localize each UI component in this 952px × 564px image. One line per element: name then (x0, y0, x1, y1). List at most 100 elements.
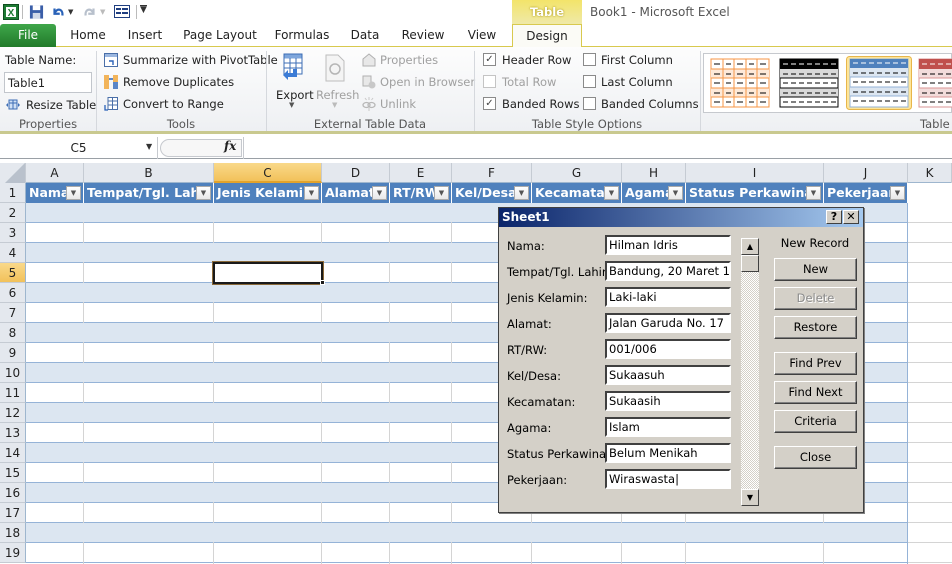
tab-insert[interactable]: Insert (124, 24, 166, 47)
close-button[interactable]: Close (774, 446, 857, 469)
column-header-k[interactable]: K (908, 163, 952, 183)
tab-review[interactable]: Review (400, 24, 446, 47)
restore-button[interactable]: Restore (774, 316, 857, 339)
convert-to-range-button[interactable]: Convert to Range (104, 97, 264, 113)
selected-cell-c5[interactable] (213, 262, 323, 284)
name-box-dropdown-icon[interactable]: ▼ (146, 142, 152, 151)
last-column-checkbox[interactable]: Last Column (583, 75, 683, 91)
tab-formulas[interactable]: Formulas (274, 24, 330, 47)
filter-dropdown-icon[interactable]: ▼ (806, 186, 821, 200)
row-header-2[interactable]: 2 (0, 203, 26, 223)
close-icon[interactable]: ✕ (843, 210, 859, 224)
table-style-orange-light[interactable] (710, 58, 770, 108)
tab-home[interactable]: Home (66, 24, 110, 47)
row-header-16[interactable]: 16 (0, 483, 26, 503)
row-header-5[interactable]: 5 (0, 263, 26, 283)
banded-rows-checkbox[interactable]: ✓ Banded Rows (483, 97, 579, 113)
tab-data[interactable]: Data (348, 24, 382, 47)
filter-dropdown-icon[interactable]: ▼ (514, 186, 529, 200)
record-scrollbar[interactable]: ▲ ▼ (741, 238, 759, 506)
scroll-up-icon[interactable]: ▲ (741, 238, 759, 255)
find-next-button[interactable]: Find Next (774, 381, 857, 404)
header-row-checkbox[interactable]: ✓ Header Row (483, 53, 573, 69)
column-header-a[interactable]: A (26, 163, 84, 183)
help-button[interactable]: ? (826, 210, 842, 224)
customize-qat-icon[interactable]: ▼ (140, 5, 147, 15)
save-icon[interactable] (29, 4, 44, 20)
insert-function-icon[interactable]: fx (224, 139, 236, 153)
form-icon[interactable] (114, 4, 130, 20)
row-header-13[interactable]: 13 (0, 423, 26, 443)
table-style-black-medium[interactable] (779, 58, 839, 108)
column-header-f[interactable]: F (452, 163, 532, 183)
field-input-alamat[interactable]: Jalan Garuda No. 17 (605, 313, 731, 333)
filter-dropdown-icon[interactable]: ▼ (668, 186, 683, 200)
criteria-button[interactable]: Criteria (774, 410, 857, 433)
undo-icon[interactable] (51, 4, 65, 20)
scroll-down-icon[interactable]: ▼ (741, 489, 759, 506)
banded-columns-checkbox[interactable]: Banded Columns (583, 97, 699, 113)
first-column-checkbox[interactable]: First Column (583, 53, 683, 69)
name-box[interactable]: C5 (0, 137, 158, 159)
row-header-1[interactable]: 1 (0, 183, 26, 203)
table-name-input[interactable]: Table1 (4, 72, 92, 93)
filter-dropdown-icon[interactable]: ▼ (434, 186, 449, 200)
filter-dropdown-icon[interactable]: ▼ (372, 186, 387, 200)
field-input-status-perkawinan[interactable]: Belum Menikah (605, 443, 731, 463)
field-input-nama[interactable]: Hilman Idris (605, 235, 731, 255)
table-style-blue-medium-selected[interactable] (846, 56, 912, 110)
row-header-4[interactable]: 4 (0, 243, 26, 263)
filter-dropdown-icon[interactable]: ▼ (604, 186, 619, 200)
column-header-d[interactable]: D (322, 163, 390, 183)
tab-page-layout[interactable]: Page Layout (182, 24, 258, 47)
row-header-14[interactable]: 14 (0, 443, 26, 463)
filter-dropdown-icon[interactable]: ▼ (196, 186, 211, 200)
row-header-7[interactable]: 7 (0, 303, 26, 323)
row-header-10[interactable]: 10 (0, 363, 26, 383)
row-header-6[interactable]: 6 (0, 283, 26, 303)
row-header-12[interactable]: 12 (0, 403, 26, 423)
field-input-agama[interactable]: Islam (605, 417, 731, 437)
tab-view[interactable]: View (464, 24, 500, 47)
undo-dropdown-icon[interactable]: ▼ (68, 8, 73, 16)
field-input-tempat-tgl-lahir[interactable]: Bandung, 20 Maret 1992 (605, 261, 731, 281)
export-button[interactable]: Export ▼ (274, 53, 314, 113)
row-header-17[interactable]: 17 (0, 503, 26, 523)
resize-table-button[interactable]: Resize Table (6, 97, 96, 113)
tab-design[interactable]: Design (512, 24, 582, 48)
row-header-15[interactable]: 15 (0, 463, 26, 483)
field-input-pekerjaan[interactable]: Wiraswasta| (605, 469, 731, 489)
column-header-e[interactable]: E (390, 163, 452, 183)
remove-duplicates-button[interactable]: Remove Duplicates (104, 75, 264, 91)
column-header-j[interactable]: J (824, 163, 908, 183)
row-header-8[interactable]: 8 (0, 323, 26, 343)
field-input-kel-desa[interactable]: Sukaasuh (605, 365, 731, 385)
row-header-19[interactable]: 19 (0, 543, 26, 563)
field-input-rt-rw[interactable]: 001/006 (605, 339, 731, 359)
column-header-i[interactable]: I (686, 163, 824, 183)
scroll-thumb[interactable] (741, 255, 759, 272)
summarize-pivottable-button[interactable]: Summarize with PivotTable (104, 53, 278, 69)
column-header-g[interactable]: G (532, 163, 622, 183)
row-header-18[interactable]: 18 (0, 523, 26, 543)
excel-logo-icon[interactable]: X (3, 4, 19, 20)
row-header-3[interactable]: 3 (0, 223, 26, 243)
field-input-kecamatan[interactable]: Sukaasih (605, 391, 731, 411)
find-prev-button[interactable]: Find Prev (774, 352, 857, 375)
new-button[interactable]: New (774, 258, 857, 281)
row-header-11[interactable]: 11 (0, 383, 26, 403)
fill-handle[interactable] (320, 280, 325, 285)
table-style-red-medium[interactable] (918, 58, 952, 108)
field-input-jenis-kelamin[interactable]: Laki-laki (605, 287, 731, 307)
filter-dropdown-icon[interactable]: ▼ (890, 186, 905, 200)
dialog-title-bar[interactable]: Sheet1 ? ✕ (499, 208, 863, 227)
column-header-h[interactable]: H (622, 163, 686, 183)
formula-input[interactable] (243, 137, 952, 159)
column-header-c[interactable]: C (214, 163, 322, 183)
column-header-b[interactable]: B (84, 163, 214, 183)
select-all-button[interactable] (0, 163, 26, 183)
tab-file[interactable]: File (0, 24, 56, 47)
filter-dropdown-icon[interactable]: ▼ (66, 186, 81, 200)
filter-dropdown-icon[interactable]: ▼ (304, 186, 319, 200)
row-header-9[interactable]: 9 (0, 343, 26, 363)
